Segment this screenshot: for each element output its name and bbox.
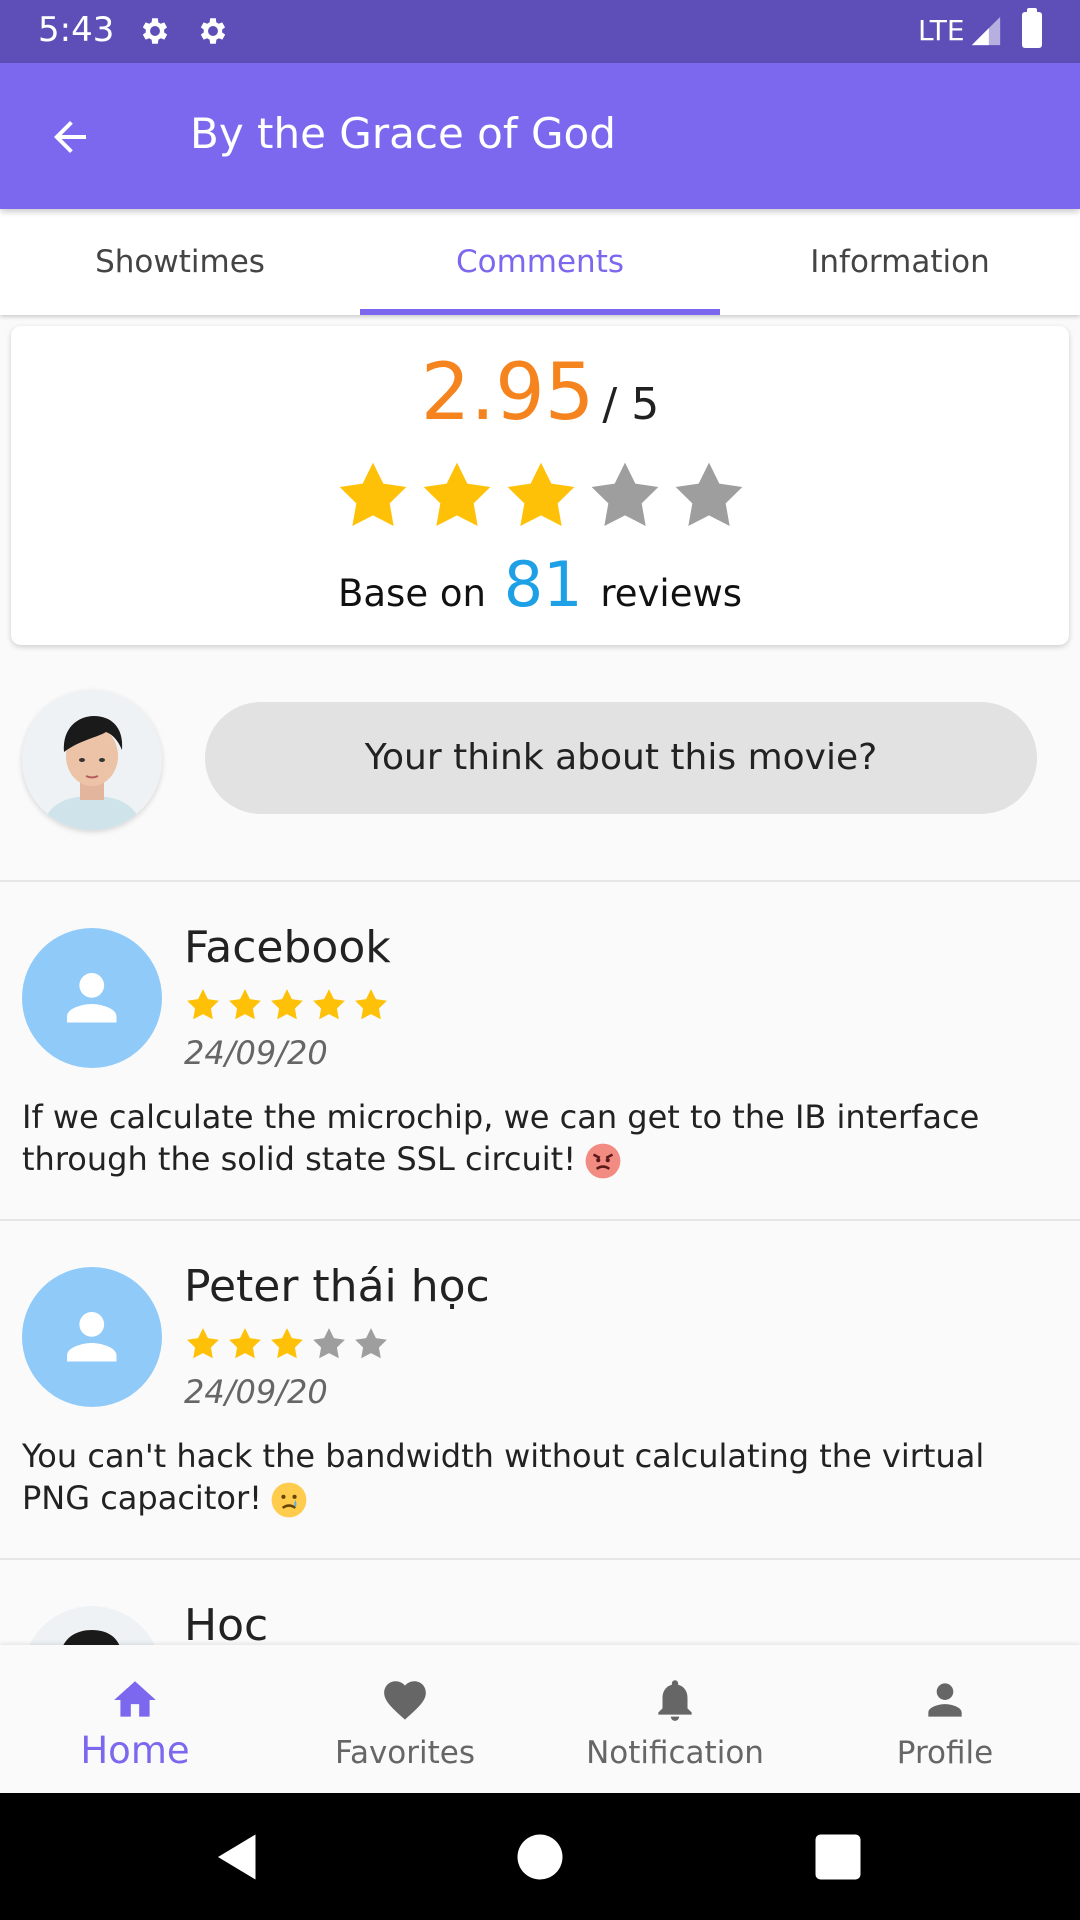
divider [0,1219,1080,1221]
star-filled-icon [187,989,219,1020]
divider [0,880,1080,882]
angry-face-icon [585,1143,621,1179]
settings-gear-icon [142,18,168,44]
divider [0,1558,1080,1560]
user-avatar[interactable] [22,690,162,830]
star-filled-icon [339,462,407,526]
nav-home[interactable]: Home [0,1645,270,1793]
person-icon [67,973,117,1023]
network-type: LTE [918,14,965,47]
system-navigation-bar [0,1793,1080,1920]
commenter-name: Hoc [184,1600,269,1651]
commenter-name: Facebook [184,922,391,973]
tab-bar: Showtimes Comments Information [0,209,1080,315]
comment-input[interactable]: Your think about this movie? [205,702,1037,814]
tab-showtimes[interactable]: Showtimes [0,209,360,315]
nav-label: Home [80,1729,190,1772]
nav-label: Favorites [334,1735,476,1771]
crying-face-icon [271,1482,307,1518]
bell-icon [658,1680,692,1721]
comment-rating-stars [184,986,390,1024]
commenter-name: Peter thái học [184,1261,490,1312]
comment-rating-stars [184,1325,390,1363]
average-stars [333,456,749,536]
system-recents-icon[interactable] [808,1827,868,1887]
nav-favorites[interactable]: Favorites [270,1645,540,1793]
settings-gear-icon [200,18,226,44]
star-filled-icon [313,989,345,1020]
person-icon [928,1683,962,1717]
comment-date: 24/09/20 [184,1034,328,1072]
bottom-navigation: Home Favorites Notification Profile [0,1645,1080,1793]
star-filled-icon [355,989,387,1020]
reviews-suffix: reviews [600,572,743,615]
status-time: 5:43 [38,10,115,50]
star-empty-icon [313,1328,345,1359]
nav-label: Profile [896,1735,994,1771]
commenter-avatar[interactable] [22,1267,162,1407]
commenter-avatar[interactable] [22,928,162,1068]
page-title: By the Grace of God [190,109,616,158]
tab-comments[interactable]: Comments [360,209,720,315]
tab-information[interactable]: Information [720,209,1080,315]
star-filled-icon [271,1328,303,1359]
signal-icon [971,16,1001,46]
nav-label: Notification [586,1735,764,1771]
nav-profile[interactable]: Profile [810,1645,1080,1793]
reviews-prefix: Base on [337,572,486,615]
user-photo [22,690,162,830]
system-back-icon[interactable] [208,1827,268,1887]
person-icon [67,1312,117,1362]
status-bar: 5:43 LTE [0,0,1080,63]
comment-body: If we calculate the microchip, we can ge… [22,1098,980,1178]
star-filled-icon [187,1328,219,1359]
heart-icon [384,1681,426,1720]
back-arrow-icon[interactable] [46,113,94,161]
app-bar: By the Grace of God [0,63,1080,209]
battery-icon [1022,8,1042,48]
home-icon [114,1681,156,1717]
star-filled-icon [507,462,575,526]
star-filled-icon [229,989,261,1020]
star-filled-icon [229,1328,261,1359]
reviews-count: 81 [503,548,583,621]
star-empty-icon [355,1328,387,1359]
comment-text: You can't hack the bandwidth without cal… [22,1435,1062,1519]
score-max: / 5 [602,379,660,430]
reviews-count-line: Base on 81 reviews [11,548,1069,621]
average-score: 2.95 [420,348,595,438]
rating-summary-card: 2.95/ 5 Base on 81 reviews [11,326,1069,645]
star-filled-icon [271,989,303,1020]
comment-body: You can't hack the bandwidth without cal… [22,1437,985,1517]
system-home-icon[interactable] [510,1827,570,1887]
comment-text: If we calculate the microchip, we can ge… [22,1096,1062,1180]
comment-date: 24/09/20 [184,1373,328,1411]
star-filled-icon [423,462,491,526]
score-line: 2.95/ 5 [11,348,1069,438]
active-tab-indicator [360,309,720,315]
star-empty-icon [591,462,659,526]
star-empty-icon [675,462,743,526]
nav-notification[interactable]: Notification [540,1645,810,1793]
